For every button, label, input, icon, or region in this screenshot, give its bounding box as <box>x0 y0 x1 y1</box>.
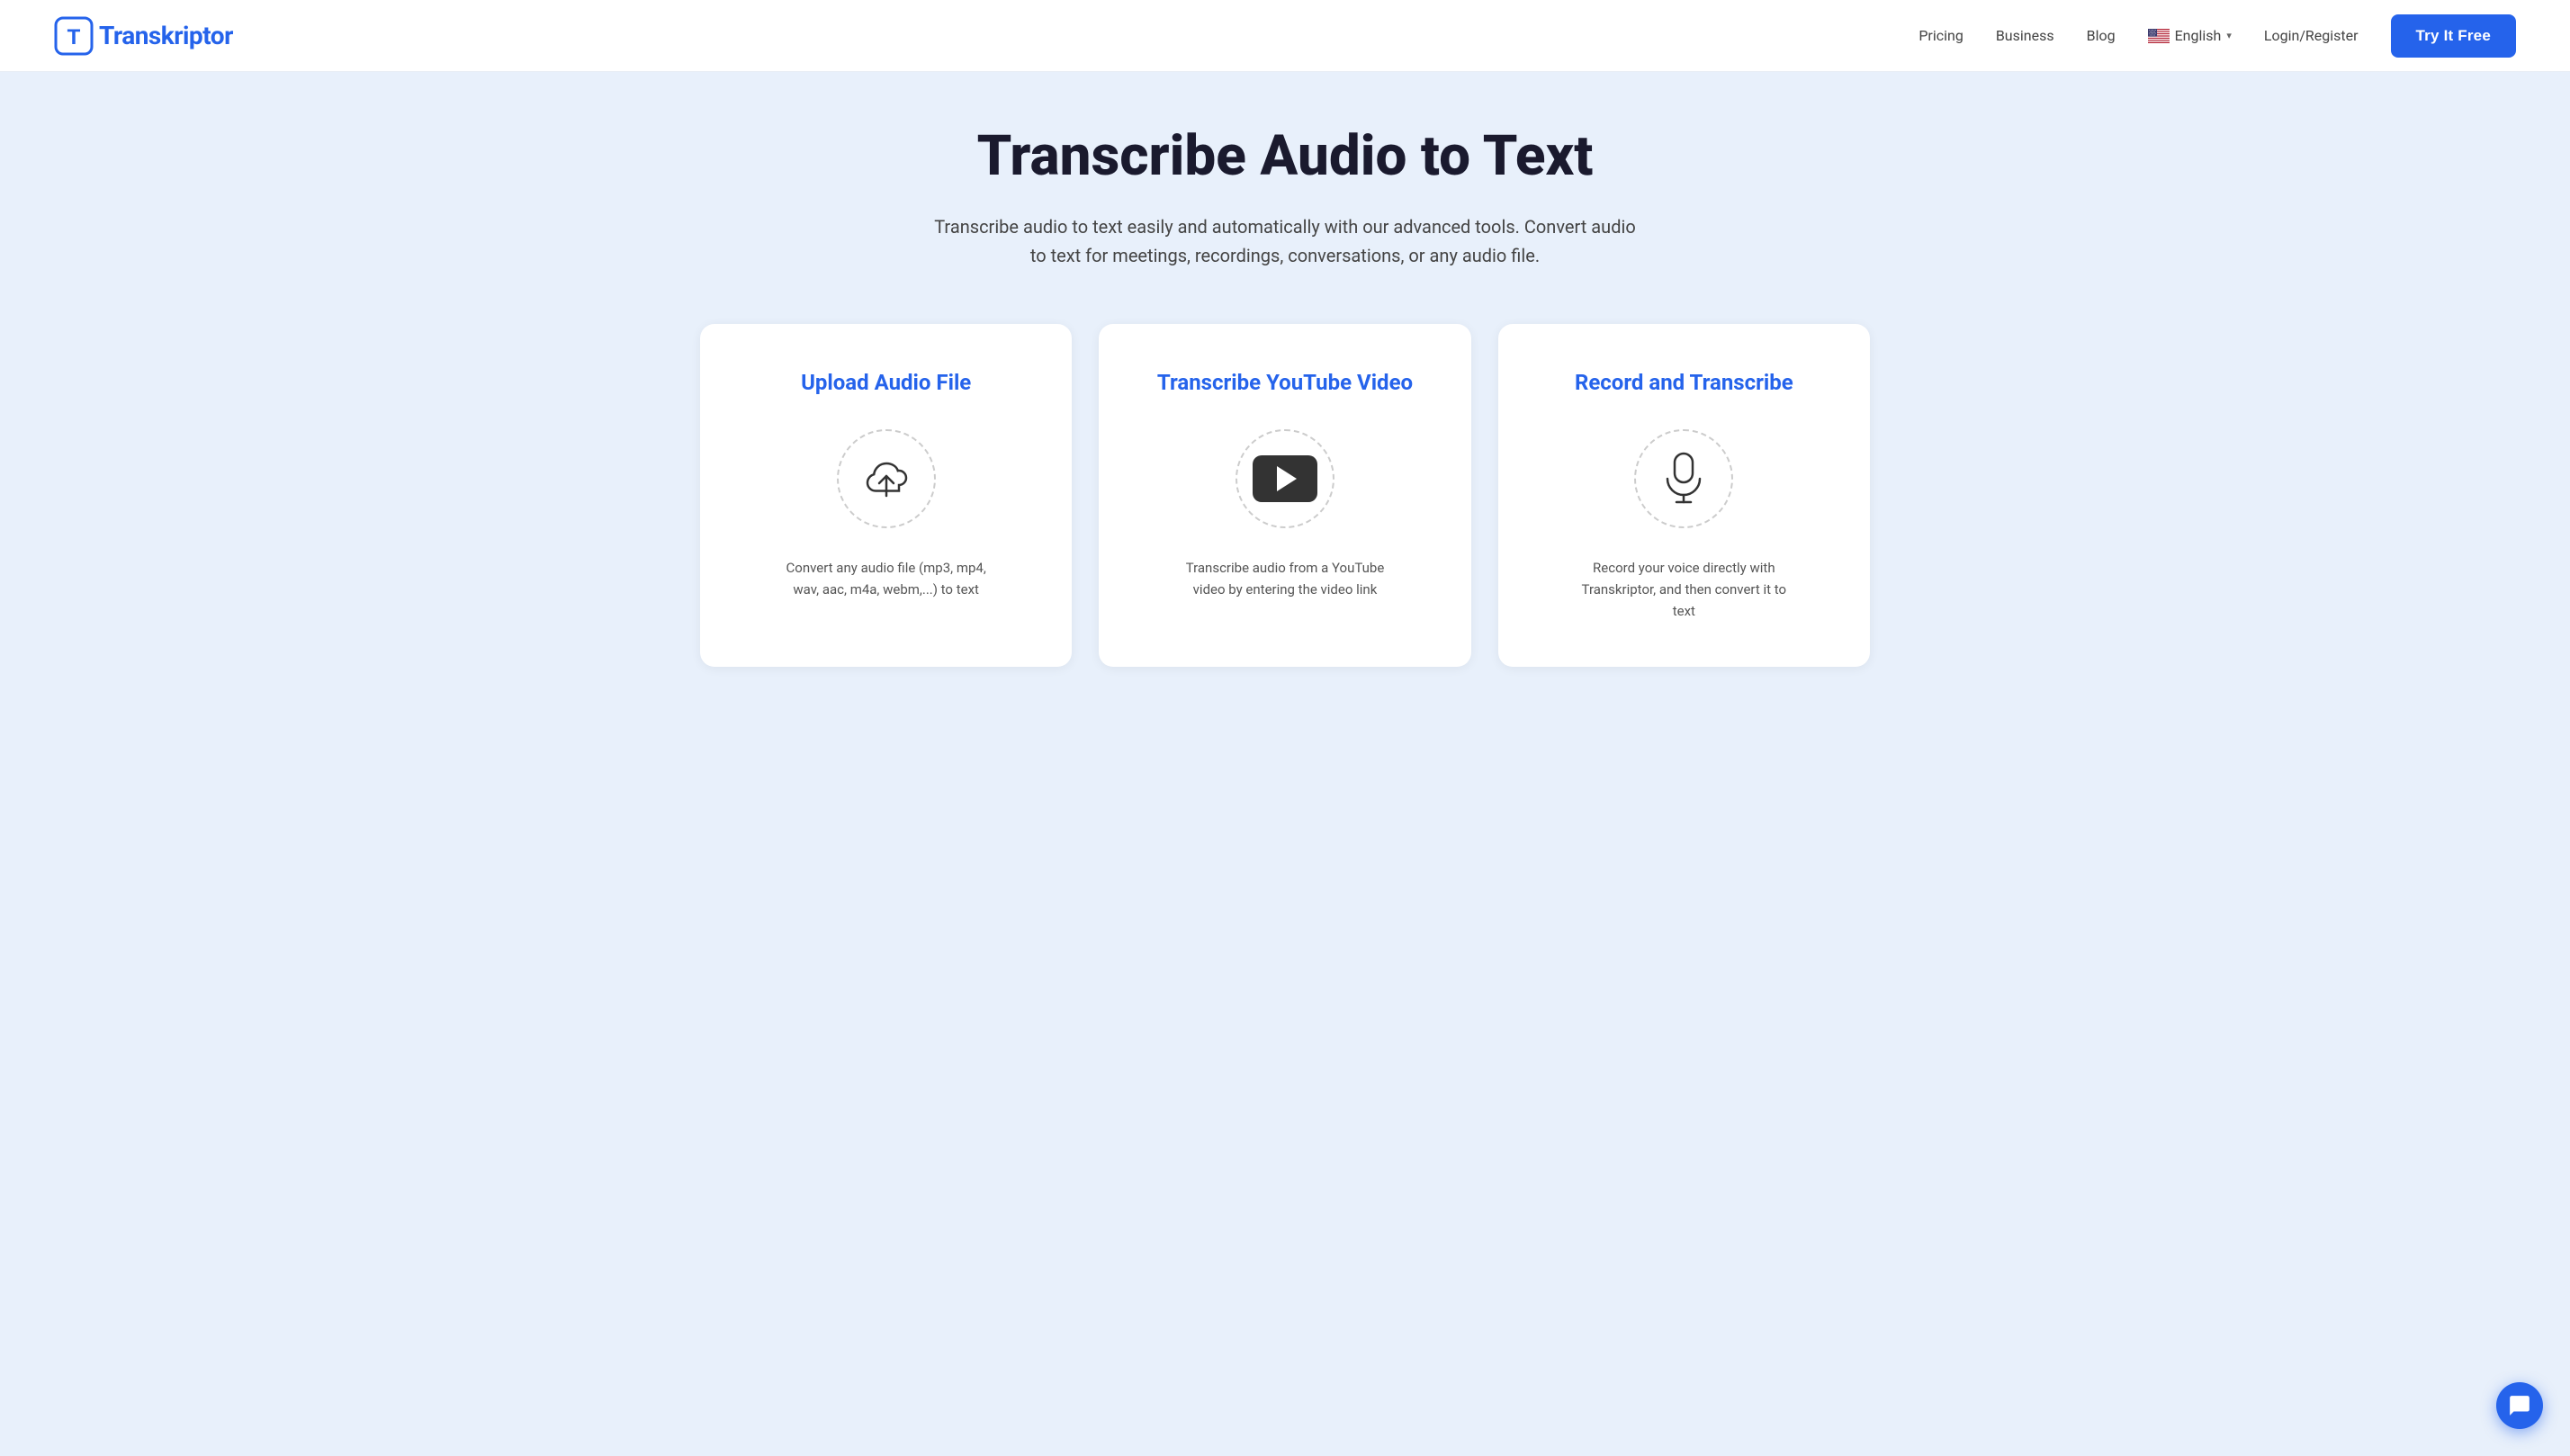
site-header: T Transkriptor Pricing Business Blog ★★★… <box>0 0 2570 72</box>
chat-icon <box>2508 1394 2531 1417</box>
upload-card-description: Convert any audio file (mp3, mp4, wav, a… <box>778 557 994 600</box>
youtube-card[interactable]: Transcribe YouTube Video Transcribe audi… <box>1099 324 1470 667</box>
main-content: Transcribe Audio to Text Transcribe audi… <box>0 72 2570 1456</box>
hero-title: Transcribe Audio to Text <box>54 126 2516 187</box>
chat-support-button[interactable] <box>2496 1382 2543 1429</box>
upload-icon-wrapper <box>837 429 936 528</box>
svg-text:T: T <box>67 24 81 49</box>
microphone-icon <box>1660 452 1707 506</box>
upload-card-title: Upload Audio File <box>801 369 971 397</box>
youtube-card-description: Transcribe audio from a YouTube video by… <box>1177 557 1393 600</box>
upload-cloud-icon <box>859 456 913 501</box>
hero-section: Transcribe Audio to Text Transcribe audi… <box>54 126 2516 270</box>
youtube-card-title: Transcribe YouTube Video <box>1157 369 1413 397</box>
login-register-link[interactable]: Login/Register <box>2264 27 2359 44</box>
record-card-description: Record your voice directly with Transkri… <box>1576 557 1792 622</box>
youtube-play-icon <box>1253 455 1317 502</box>
us-flag-icon: ★★★★★★ ★★★★★ ★★★★★★ ★★★★★ <box>2148 29 2170 43</box>
logo-text: Transkriptor <box>99 21 233 50</box>
nav-business[interactable]: Business <box>1996 27 2054 44</box>
logo-icon: T <box>54 16 94 56</box>
logo[interactable]: T Transkriptor <box>54 16 233 56</box>
play-triangle-icon <box>1277 466 1297 491</box>
youtube-icon-wrapper <box>1236 429 1334 528</box>
cards-container: Upload Audio File Convert any audio file… <box>700 324 1870 667</box>
main-nav: Pricing Business Blog ★★★★★★ ★★★★★ ★★★★★… <box>1919 14 2516 58</box>
record-card[interactable]: Record and Transcribe Record your voice … <box>1498 324 1870 667</box>
hero-subtitle: Transcribe audio to text easily and auto… <box>934 212 1636 270</box>
language-selector[interactable]: ★★★★★★ ★★★★★ ★★★★★★ ★★★★★ English ▾ <box>2148 27 2232 44</box>
chevron-down-icon: ▾ <box>2226 30 2232 41</box>
try-free-button[interactable]: Try It Free <box>2391 14 2516 58</box>
nav-blog[interactable]: Blog <box>2087 27 2116 44</box>
mic-icon-wrapper <box>1634 429 1733 528</box>
upload-card[interactable]: Upload Audio File Convert any audio file… <box>700 324 1072 667</box>
language-label: English <box>2175 27 2222 44</box>
nav-pricing[interactable]: Pricing <box>1919 27 1963 44</box>
record-card-title: Record and Transcribe <box>1575 369 1793 397</box>
